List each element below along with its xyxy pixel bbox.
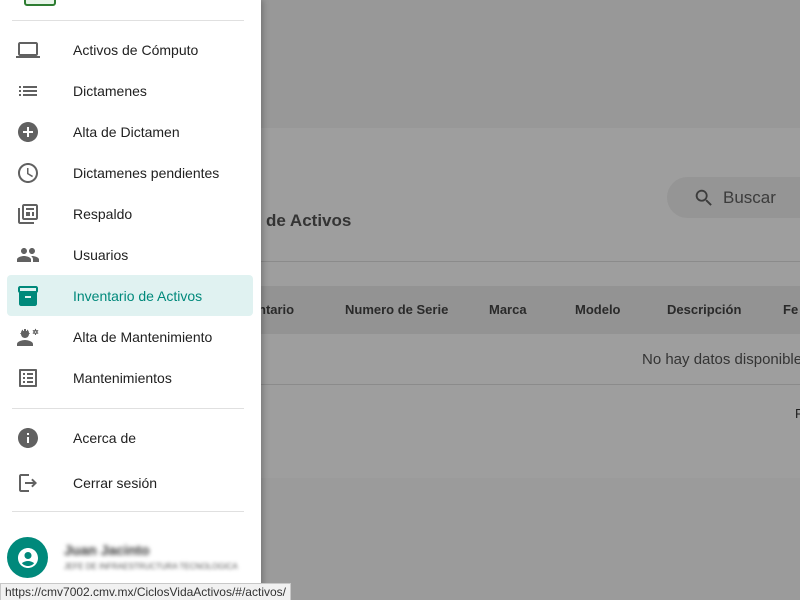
laptop-icon <box>15 37 41 63</box>
info-icon <box>15 425 41 451</box>
list-icon <box>15 78 41 104</box>
logout-icon <box>15 470 41 496</box>
divider <box>12 511 244 512</box>
nav-item-label: Acerca de <box>73 429 137 446</box>
divider <box>12 408 244 409</box>
backup-icon <box>15 201 41 227</box>
nav-item-acerca-de[interactable]: Acerca de <box>7 417 253 458</box>
nav-item-label: Cerrar sesión <box>73 474 158 491</box>
nav-item-label: Activos de Cómputo <box>73 41 199 58</box>
nav-item-label: Alta de Mantenimiento <box>73 328 213 345</box>
nav-item-cerrar-sesion[interactable]: Cerrar sesión <box>7 462 253 503</box>
nav-item-inventario-activos[interactable]: Inventario de Activos <box>7 275 253 316</box>
archive-icon <box>15 283 41 309</box>
nav-item-label: Inventario de Activos <box>73 287 203 304</box>
user-name: Juan Jacinto <box>64 542 150 558</box>
nav-item-alta-mantenimiento[interactable]: Alta de Mantenimiento <box>7 316 253 357</box>
people-icon <box>15 242 41 268</box>
nav-item-label: Respaldo <box>73 205 133 222</box>
avatar <box>7 537 48 578</box>
checklist-icon <box>15 365 41 391</box>
nav-item-respaldo[interactable]: Respaldo <box>7 193 253 234</box>
divider <box>12 20 244 21</box>
account-circle-icon <box>17 547 38 568</box>
add-circle-icon <box>15 119 41 145</box>
nav-item-usuarios[interactable]: Usuarios <box>7 234 253 275</box>
nav-item-label: Dictamenes <box>73 82 147 99</box>
nav-item-label: Mantenimientos <box>73 369 172 386</box>
nav-item-label: Alta de Dictamen <box>73 123 180 140</box>
nav-item-mantenimientos[interactable]: Mantenimientos <box>7 357 253 398</box>
nav-item-dictamenes[interactable]: Dictamenes <box>7 70 253 111</box>
engineer-icon <box>15 324 41 350</box>
nav-item-activos-computo[interactable]: Activos de Cómputo <box>7 29 253 70</box>
app-logo <box>24 0 56 6</box>
nav-item-dictamenes-pendientes[interactable]: Dictamenes pendientes <box>7 152 253 193</box>
user-role: JEFE DE INFRAESTRUCTURA TECNOLOGICA <box>64 562 238 571</box>
nav-item-label: Dictamenes pendientes <box>73 164 220 181</box>
navigation-drawer: Activos de Cómputo Dictamenes Alta de Di… <box>0 0 261 600</box>
user-profile[interactable]: Juan Jacinto JEFE DE INFRAESTRUCTURA TEC… <box>0 530 261 586</box>
nav-item-alta-dictamen[interactable]: Alta de Dictamen <box>7 111 253 152</box>
clock-icon <box>15 160 41 186</box>
status-bar-url: https://cmv7002.cmv.mx/CiclosVidaActivos… <box>0 583 291 600</box>
nav-item-label: Usuarios <box>73 246 129 263</box>
